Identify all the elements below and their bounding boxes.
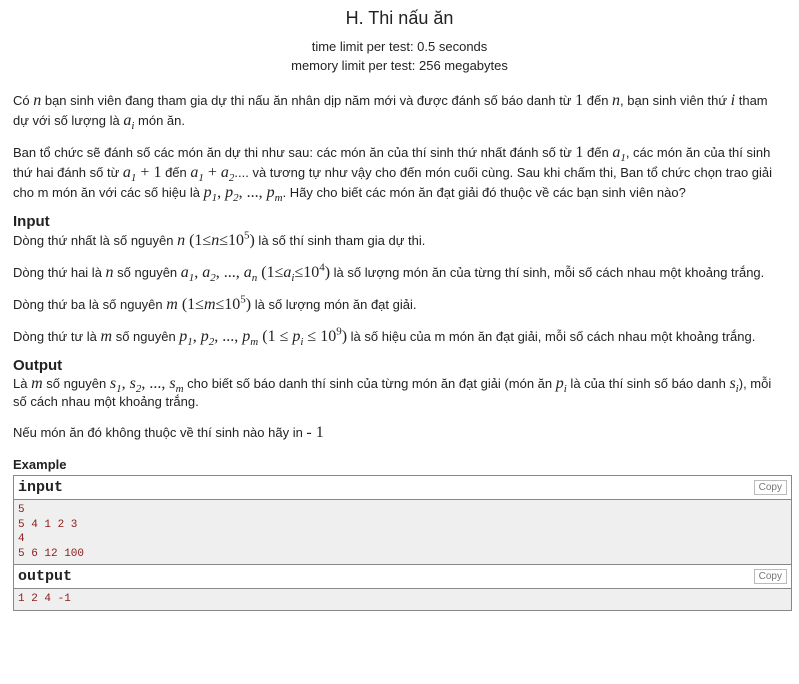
example-heading: Example: [13, 457, 67, 472]
problem-statement: H. Thi nấu ăn time limit per test: 0.5 s…: [0, 8, 799, 611]
output-heading: Output: [13, 357, 63, 374]
input-title: input: [18, 479, 64, 496]
output-content: 1 2 4 -1: [14, 589, 791, 610]
problem-title: H. Thi nấu ăn: [345, 8, 454, 28]
time-limit: time limit per test: 0.5 seconds: [311, 39, 488, 54]
copy-output-button[interactable]: Copy: [753, 569, 787, 584]
output-line-1: Là m số nguyên s1, s2, ..., sm cho biết …: [13, 375, 772, 409]
output-header: output Copy: [14, 564, 791, 589]
input-line-2: Dòng thứ hai là n số nguyên a1, a2, ...,…: [13, 261, 765, 285]
statement-paragraph-2: Ban tổ chức sẽ đánh số các món ăn dự thi…: [13, 144, 773, 205]
input-heading: Input: [13, 213, 50, 230]
copy-input-button[interactable]: Copy: [753, 480, 787, 495]
input-line-1: Dòng thứ nhất là số nguyên n (1≤n≤105) l…: [13, 229, 426, 249]
memory-limit: memory limit per test: 256 megabytes: [291, 58, 508, 73]
input-header: input Copy: [14, 476, 791, 500]
input-line-3: Dòng thứ ba là số nguyên m (1≤m≤105) là …: [13, 293, 417, 313]
output-line-2: Nếu món ăn đó không thuộc về thí sinh nà…: [13, 424, 324, 441]
output-title: output: [18, 568, 73, 585]
input-line-4: Dòng thứ tư là m số nguyên p1, p2, ..., …: [13, 325, 756, 349]
example-box: input Copy 5 5 4 1 2 3 4 5 6 12 100 outp…: [13, 475, 792, 611]
statement-paragraph-1: Có n bạn sinh viên đang tham gia dự thi …: [13, 92, 768, 133]
input-content: 5 5 4 1 2 3 4 5 6 12 100: [14, 500, 791, 564]
